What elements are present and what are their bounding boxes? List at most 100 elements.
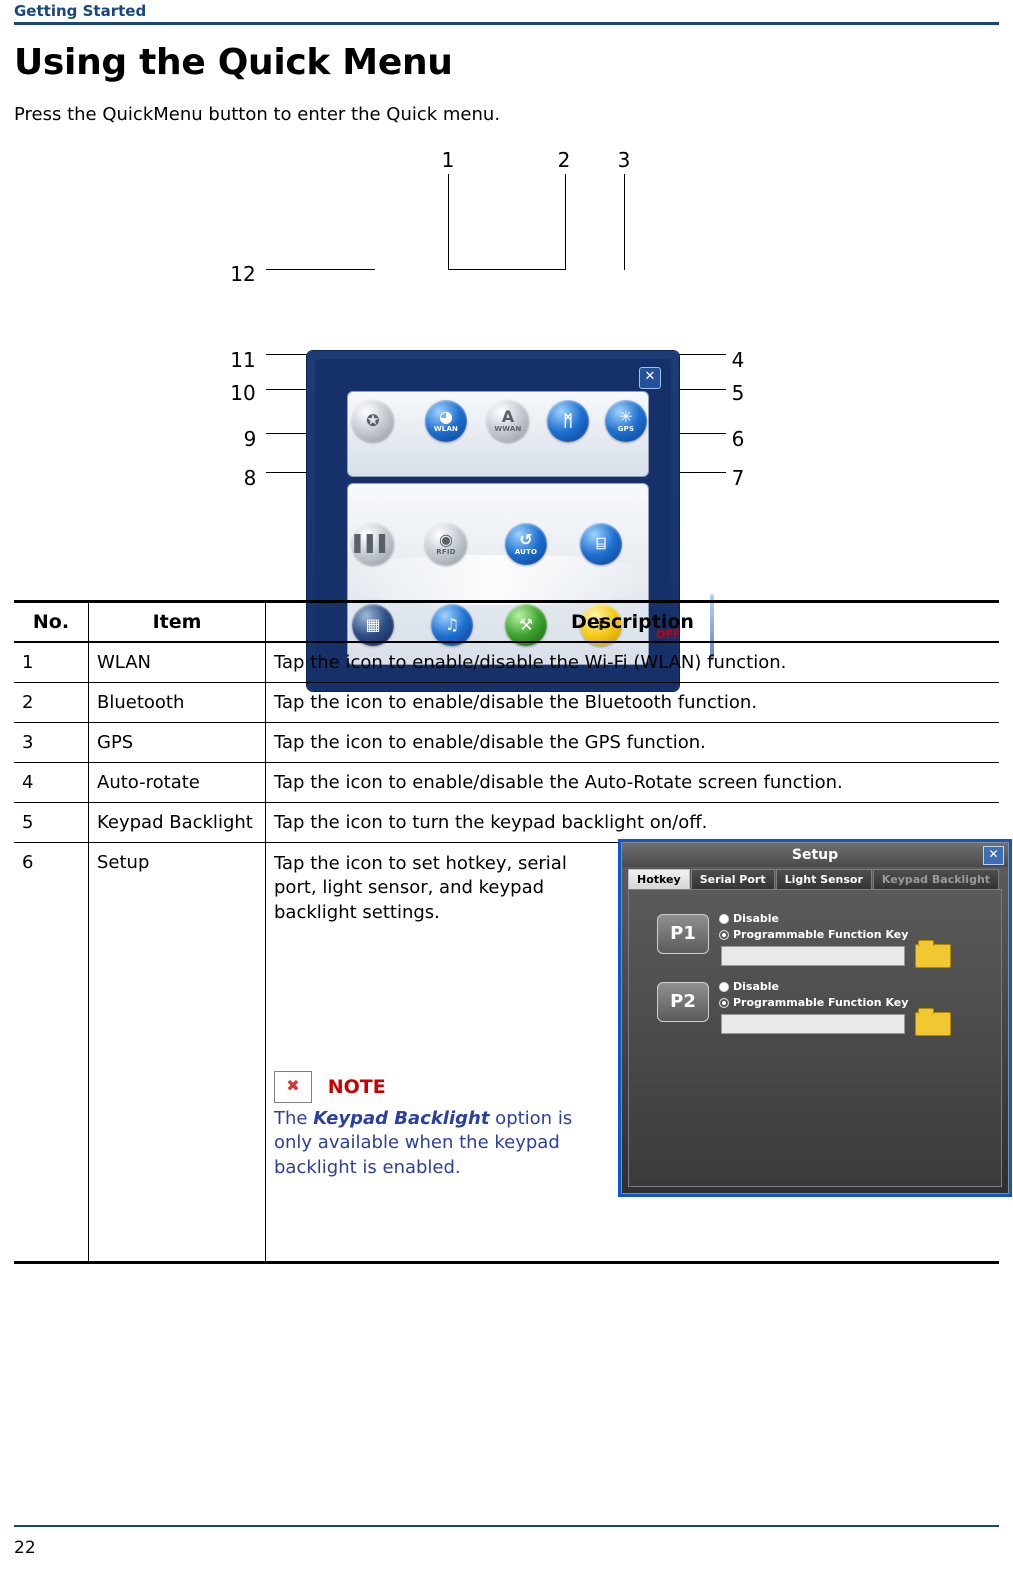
tab-light-sensor[interactable]: Light Sensor <box>775 869 872 889</box>
quickmenu-icon-wwan-label: WWAN <box>494 425 522 433</box>
quickmenu-icon-rfid[interactable]: ◉ RFID <box>425 523 467 565</box>
radio-selected-icon <box>719 930 729 940</box>
table-row: 3 GPS Tap the icon to enable/disable the… <box>14 722 999 763</box>
callout-3: 3 <box>617 148 631 172</box>
power-icon: ✪ <box>366 411 380 430</box>
row-3-description: Tap the icon to enable/disable the GPS f… <box>265 722 999 763</box>
table-row: 6 Setup Tap the icon to set hotkey, seri… <box>14 839 1012 1264</box>
p2-option-pfk-label: Programmable Function Key <box>733 996 909 1009</box>
p1-input[interactable] <box>721 946 905 966</box>
document-page: Getting Started Using the Quick Menu Pre… <box>0 0 1013 1594</box>
callout-2: 2 <box>557 148 571 172</box>
quickmenu-icon-keypad-backlight[interactable]: ⌸ <box>580 523 622 565</box>
row-4-item: Auto-rotate <box>88 762 266 803</box>
row-4-description: Tap the icon to enable/disable the Auto-… <box>265 762 999 803</box>
callout-12: 12 <box>230 262 256 286</box>
leader-line-2 <box>565 174 566 270</box>
wwan-icon: A <box>501 407 515 426</box>
page-title: Using the Quick Menu <box>14 42 453 83</box>
p2-input[interactable] <box>721 1014 905 1034</box>
row-1-description: Tap the icon to enable/disable the Wi-Fi… <box>265 642 999 683</box>
table-row: 2 Bluetooth Tap the icon to enable/disab… <box>14 682 999 723</box>
quickmenu-icon-power[interactable]: ✪ <box>352 400 394 442</box>
row-3-item: GPS <box>88 722 266 763</box>
quickmenu-icon-gps[interactable]: ✳ GPS <box>605 400 647 442</box>
leader-line-1 <box>448 174 449 270</box>
row-1-item: WLAN <box>88 642 266 683</box>
p2-browse-folder-icon[interactable] <box>915 1008 951 1036</box>
row-5-item: Keypad Backlight <box>88 802 266 843</box>
page-header: Getting Started <box>14 2 999 25</box>
note-label: NOTE <box>327 1076 386 1098</box>
setup-tab-bar: Hotkey Serial Port Light Sensor Keypad B… <box>628 869 1000 889</box>
gps-icon: ✳ <box>619 407 633 426</box>
quickmenu-icon-bluetooth[interactable]: ᛗ <box>547 400 589 442</box>
p1-option-pfk-label: Programmable Function Key <box>733 928 909 941</box>
tab-serial-port[interactable]: Serial Port <box>690 869 775 889</box>
callout-7: 7 <box>731 466 745 490</box>
p2-key-label: P2 <box>657 982 709 1022</box>
quickmenu-item-table: No. Item Description 1 WLAN Tap the icon… <box>14 600 1012 1264</box>
close-icon[interactable]: ✕ <box>639 367 661 389</box>
p1-key-label: P1 <box>657 914 709 954</box>
row-2-description: Tap the icon to enable/disable the Bluet… <box>265 682 999 723</box>
row-4-no: 4 <box>14 762 89 803</box>
table-row: 4 Auto-rotate Tap the icon to enable/dis… <box>14 762 999 803</box>
quickmenu-figure: 1 2 3 4 5 6 7 8 9 10 11 12 ✕ ✪ ◕ WLAN A … <box>0 140 1013 691</box>
header-divider <box>14 22 999 25</box>
footer-divider <box>14 1525 999 1527</box>
note-text-bold: Keypad Backlight <box>313 1108 490 1129</box>
row-6-description-cell: Tap the icon to set hotkey, serial port,… <box>265 839 1012 1264</box>
header-title: Getting Started <box>14 2 147 20</box>
note-block: ✖ NOTE The Keypad Backlight option is on… <box>274 1071 604 1180</box>
table-header-no: No. <box>14 600 89 643</box>
setup-screenshot: Setup ✕ Hotkey Serial Port Light Sensor … <box>618 839 1012 1197</box>
tab-keypad-backlight[interactable]: Keypad Backlight <box>872 869 1000 889</box>
leader-line-1b <box>448 269 566 270</box>
row-5-no: 5 <box>14 802 89 843</box>
note-text: The Keypad Backlight option is only avai… <box>274 1107 604 1180</box>
row-2-item: Bluetooth <box>88 682 266 723</box>
p2-option-pfk[interactable]: Programmable Function Key <box>719 996 908 1009</box>
auto-rotate-icon: ↺ <box>519 530 533 549</box>
tab-hotkey[interactable]: Hotkey <box>628 869 690 889</box>
quickmenu-icon-wwan[interactable]: A WWAN <box>487 400 529 442</box>
quickmenu-icon-wlan[interactable]: ◕ WLAN <box>425 400 467 442</box>
quickmenu-icon-gps-label: GPS <box>617 425 635 433</box>
p1-browse-folder-icon[interactable] <box>915 940 951 968</box>
callout-10: 10 <box>230 381 256 405</box>
p1-option-pfk[interactable]: Programmable Function Key <box>719 928 908 941</box>
p1-option-disable-label: Disable <box>733 912 779 925</box>
radio-selected-icon <box>719 998 729 1008</box>
table-header-item: Item <box>88 600 266 643</box>
quickmenu-icon-wlan-label: WLAN <box>433 425 459 433</box>
quickmenu-icon-barcode[interactable]: ▌▌▌ <box>352 523 394 565</box>
radio-icon <box>719 982 729 992</box>
p1-option-disable[interactable]: Disable <box>719 912 779 925</box>
callout-8: 8 <box>243 466 257 490</box>
setup-tab-content: P1 Disable Programmable Function Key P2 <box>628 889 1002 1187</box>
callout-9: 9 <box>243 427 257 451</box>
wlan-icon: ◕ <box>439 407 453 426</box>
p2-option-disable-label: Disable <box>733 980 779 993</box>
callout-6: 6 <box>731 427 745 451</box>
bluetooth-icon: ᛗ <box>563 411 573 430</box>
row-6-description: Tap the icon to set hotkey, serial port,… <box>274 853 567 923</box>
keypad-backlight-icon: ⌸ <box>596 534 606 553</box>
p2-option-disable[interactable]: Disable <box>719 980 779 993</box>
row-2-no: 2 <box>14 682 89 723</box>
setup-window: Setup ✕ Hotkey Serial Port Light Sensor … <box>621 842 1009 1194</box>
intro-paragraph: Press the QuickMenu button to enter the … <box>14 104 501 125</box>
setup-close-icon[interactable]: ✕ <box>983 846 1004 865</box>
setup-window-title: Setup <box>622 843 1008 867</box>
row-1-no: 1 <box>14 642 89 683</box>
table-row: 1 WLAN Tap the icon to enable/disable th… <box>14 642 999 683</box>
quickmenu-icon-rfid-label: RFID <box>436 548 456 556</box>
quickmenu-icon-auto-rotate[interactable]: ↺ AUTO <box>505 523 547 565</box>
row-6-no: 6 <box>14 842 89 1264</box>
barcode-icon: ▌▌▌ <box>354 534 392 553</box>
callout-1: 1 <box>441 148 455 172</box>
radio-icon <box>719 914 729 924</box>
table-header-description: Description <box>265 600 999 643</box>
page-number: 22 <box>14 1538 36 1558</box>
